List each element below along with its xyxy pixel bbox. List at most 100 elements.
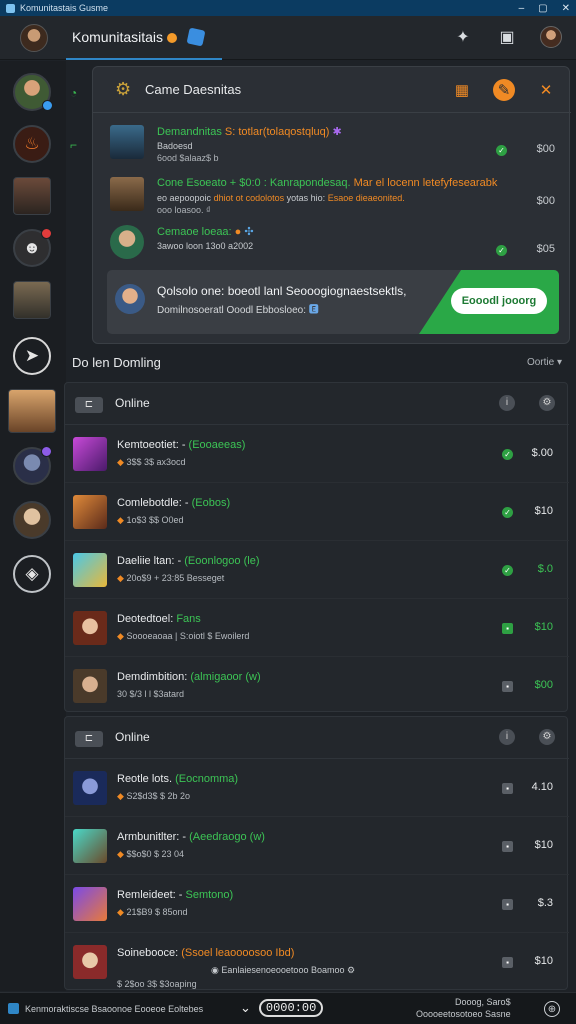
bolt-icon: ◆ [117, 907, 124, 917]
friend-name: Kemtoeotiet: - [117, 439, 186, 451]
status-bar: Kenmoraktiscse Bsaoonoe Eooeoe Eoltebes … [0, 992, 576, 1024]
section-header: Do len Domling Oortie ▾ [72, 354, 568, 374]
sidebar-item-hero[interactable]: ♨ [13, 125, 51, 163]
header-title: Komunitasitais [72, 29, 178, 45]
friend-row[interactable]: Armbunitlter: - (Aeedraogo (w) ◆ $$o$0 $… [65, 817, 569, 875]
minimize-icon[interactable]: – [519, 3, 525, 14]
butterfly-icon: ✣ [244, 226, 254, 238]
presence-mark-icon: ◔ [70, 86, 78, 100]
sort-dropdown[interactable]: Oortie ▾ [527, 357, 562, 368]
gift-icon[interactable]: ▣ [496, 26, 518, 48]
settings-icon[interactable]: ⚙ [539, 395, 555, 411]
chevron-down-icon[interactable]: ⌄ [240, 1000, 251, 1016]
user-avatar[interactable] [20, 24, 48, 52]
sidebar: ♨ ☻ ➤ ◈ [0, 61, 66, 991]
check-icon: ✓ [496, 245, 507, 256]
close-icon[interactable]: ✕ [562, 3, 570, 14]
notification-detail: yotas hio: [286, 193, 328, 203]
puzzle-piece-icon[interactable]: ✦ [452, 26, 474, 48]
bolt-icon: ◆ [117, 849, 124, 859]
sidebar-item-compass[interactable]: ➤ [13, 337, 51, 375]
online-status-icon: ✓ [502, 507, 513, 518]
friend-subtext: 21$B9 $ 85ond [126, 907, 188, 917]
sidebar-item-character[interactable] [13, 177, 51, 215]
pumpkin-icon: ● [234, 226, 242, 238]
footer-text: Kenmoraktiscse Bsaoonoe Eooeoe Eoltebes [25, 1004, 204, 1014]
group-header[interactable]: ⊏ Online i ⚙ [65, 383, 569, 425]
friend-subtext: 3$$ 3$ ax3ocd [126, 457, 186, 467]
settings-small-icon: ⚙ [347, 965, 356, 975]
info-icon[interactable]: i [499, 729, 515, 745]
banner-avatar [115, 284, 145, 314]
game-notifications-panel: ⚙ Came Daesnitas ▦ ✎ ✕ Demandnitas S: to… [92, 66, 571, 344]
pin-icon[interactable]: ✎ [493, 79, 515, 101]
friend-row[interactable]: Remleideet: - Semtono) ◆ 21$B9 $ 85ond ▪… [65, 875, 569, 933]
friend-name: Daeliie ltan: - [117, 555, 182, 567]
bolt-icon: ◆ [117, 791, 124, 801]
notification-meta: ooo loasoo. ₫ [157, 205, 211, 215]
mask-icon: ☻ [23, 238, 41, 257]
notification-status: Mar el locenn letefyfesearabk [353, 177, 498, 189]
sidebar-item-mask[interactable]: ☻ [13, 228, 52, 267]
sidebar-item-knight[interactable] [13, 446, 52, 485]
notification-row[interactable]: Cemaoe loeaa: ● ✣ 3awoo loon 13o0 a2002 … [107, 223, 559, 273]
friend-thumbnail [73, 887, 107, 921]
friend-row[interactable]: Deotedtoel: Fans ◆ Soooeaoaa | S:oiotl $… [65, 599, 569, 657]
friend-value: $10 [534, 505, 553, 517]
notification-name: Cone Esoeato + $0:0 : Kanrapondesaq. [157, 177, 351, 189]
settings-icon[interactable]: ▦ [451, 79, 473, 101]
friend-subtext: S2$d3$ $ 2b 2o [126, 791, 190, 801]
profile-avatar[interactable] [540, 26, 562, 48]
friend-row[interactable]: Soinebooce: (Ssoel leaoooosoo Ibd) ◉ Ean… [65, 933, 569, 991]
friend-status: Semtono) [185, 889, 234, 901]
presence-mark-icon: ⌐ [70, 138, 78, 152]
banner-join-button[interactable]: Eooodl jooorg [451, 288, 547, 314]
friend-value: $.3 [537, 897, 553, 909]
friend-row[interactable]: Kemtoeotiet: - (Eooaeeas) ◆ 3$$ 3$ ax3oc… [65, 425, 569, 483]
online-status-icon: ✓ [502, 565, 513, 576]
maximize-icon[interactable]: ▢ [538, 3, 547, 14]
window-titlebar: Komunitastais Gusme – ▢ ✕ [0, 0, 576, 16]
info-icon[interactable]: i [499, 395, 515, 411]
friend-row[interactable]: Reotle lots. (Eocnomma) ◆ S2$d3$ $ 2b 2o… [65, 759, 569, 817]
compass-outline-icon: ◈ [25, 564, 39, 583]
friend-thumbnail [73, 771, 107, 805]
sidebar-item-alien[interactable] [13, 501, 51, 539]
friend-status: (Ssoel leaoooosoo Ibd) [181, 947, 295, 959]
notification-detail: eo aepoopoic [157, 193, 212, 203]
group-header[interactable]: ⊏ Online i ⚙ [65, 717, 569, 759]
sidebar-item-soldier[interactable] [13, 281, 51, 319]
notification-badge [42, 100, 53, 111]
bolt-icon: ◆ [117, 573, 124, 583]
settings-icon[interactable]: ⚙ [539, 729, 555, 745]
active-tab-underline [66, 58, 222, 60]
status-icon: ▪ [502, 681, 513, 692]
friend-name: Comlebotdle: - [117, 497, 189, 509]
globe-icon[interactable]: ⊕ [544, 1001, 560, 1017]
globe-icon: ◉ [211, 965, 219, 975]
sidebar-item-add[interactable]: ◈ [13, 555, 51, 593]
online-status-icon: ✓ [502, 449, 513, 460]
close-icon[interactable]: ✕ [535, 79, 557, 101]
puzzle-icon[interactable] [186, 27, 206, 47]
friend-status: Fans [176, 613, 201, 625]
friend-row[interactable]: Daeliie ltan: - (Eoonlogoo (le) ◆ 20o$9 … [65, 541, 569, 599]
friend-value: $10 [534, 839, 553, 851]
notification-name: Cemaoe loeaa: [157, 226, 232, 238]
notification-row[interactable]: Cone Esoeato + $0:0 : Kanrapondesaq. Mar… [107, 175, 559, 225]
banner-subtext: Domilnosoeratl Ooodl Ebbosloeo: [157, 305, 309, 316]
panel-header: ⚙ Came Daesnitas ▦ ✎ ✕ [93, 67, 571, 113]
friend-thumbnail [73, 945, 107, 979]
footer-status-line: Dooog, Saro$ [455, 997, 511, 1007]
notification-row[interactable]: Demandnitas S: totlar(tolaqostqluq) ✱ Ba… [107, 123, 559, 173]
friend-value: $10 [534, 621, 553, 633]
friend-row[interactable]: Comlebotdle: - (Eobos) ◆ 1o$3 $$ O0ed ✓ … [65, 483, 569, 541]
footer-clock: 0000:00 [258, 999, 324, 1017]
sidebar-item-profile[interactable] [13, 73, 53, 111]
friend-row[interactable]: Demdimbition: (almigaoor (w) 30 $/3 l l … [65, 657, 569, 715]
friend-status: (Eoonlogoo (le) [184, 555, 260, 567]
friend-name: Demdimbition: [117, 671, 188, 683]
sidebar-item-warrior[interactable] [8, 389, 56, 433]
friends-group: ⊏ Online i ⚙ Kemtoeotiet: - (Eooaeeas) ◆… [64, 382, 569, 715]
friend-subtext: Soooeaoaa | S:oiotl $ Ewoilerd [126, 631, 250, 641]
